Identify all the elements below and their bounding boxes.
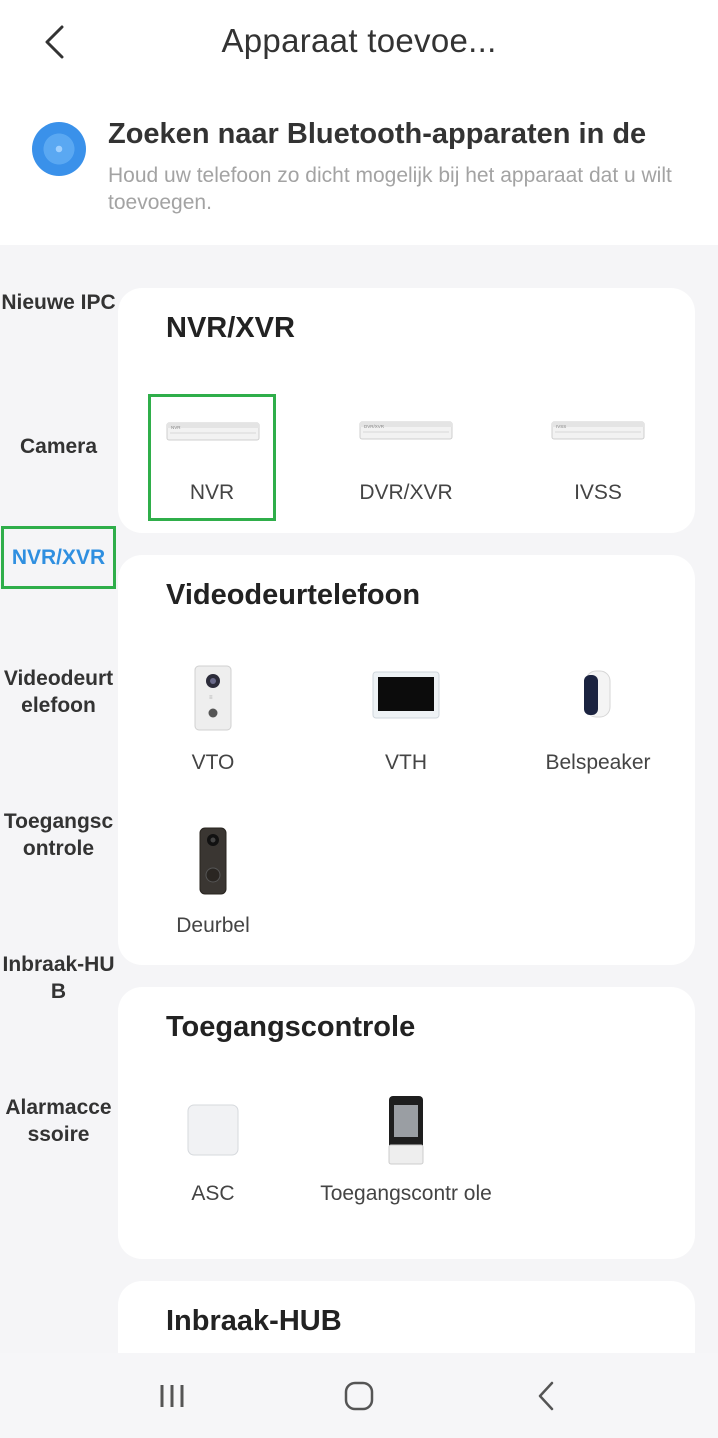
device-tag: DVR/XVR bbox=[364, 424, 385, 429]
vth-monitor-icon bbox=[311, 671, 501, 719]
device-tag: NVR bbox=[171, 425, 181, 430]
doorbell-icon bbox=[118, 827, 308, 895]
dvr-recorder-icon: DVR/XVR bbox=[311, 418, 501, 444]
device-belspeaker[interactable]: Belspeaker bbox=[503, 655, 693, 785]
bluetooth-search-description: Houd uw telefoon zo dicht mogelijk bij h… bbox=[108, 164, 672, 214]
section-card-inbraak-hub: Inbraak-HUB bbox=[118, 1281, 695, 1353]
svg-text:≡: ≡ bbox=[209, 695, 213, 701]
sidebar-item-alarmaccessoire[interactable]: Alarmacce ssoire bbox=[0, 1094, 117, 1148]
chime-speaker-icon bbox=[503, 669, 693, 719]
home-button[interactable] bbox=[329, 1371, 389, 1421]
access-terminal-icon bbox=[311, 1095, 501, 1165]
device-toegangscontrole[interactable]: Toegangscontr ole bbox=[311, 1087, 501, 1237]
section-card-videodeurtelefoon: Videodeurtelefoon ≡ VTO VTH Belspeaker D… bbox=[118, 555, 695, 965]
section-title: Videodeurtelefoon bbox=[166, 579, 421, 611]
bluetooth-search-icon bbox=[32, 122, 86, 176]
section-title: NVR/XVR bbox=[166, 312, 295, 344]
bluetooth-search-banner: Zoeken naar Bluetooth-apparaten in de Ho… bbox=[0, 88, 718, 245]
device-label: Toegangscontr ole bbox=[320, 1182, 492, 1205]
device-deurbel[interactable]: Deurbel bbox=[118, 815, 308, 945]
device-label: NVR bbox=[189, 481, 235, 504]
system-back-button[interactable] bbox=[516, 1371, 576, 1421]
sidebar-item-videodeurtelefoon[interactable]: Videodeurt elefoon bbox=[0, 665, 117, 719]
sidebar-item-nvr-xvr[interactable]: NVR/XVR bbox=[1, 526, 116, 589]
section-card-toegangscontrole: Toegangscontrole ASC Toegangscontr ole bbox=[118, 987, 695, 1259]
device-label: DVR/XVR bbox=[359, 481, 453, 504]
device-label: Deurbel bbox=[176, 914, 250, 937]
section-title: Inbraak-HUB bbox=[166, 1305, 342, 1337]
device-label: Belspeaker bbox=[545, 751, 651, 774]
sidebar-item-toegangscontrole[interactable]: Toegangsc ontrole bbox=[0, 808, 117, 862]
chevron-left-icon bbox=[538, 1381, 554, 1411]
category-sidebar: Nieuwe IPC Camera NVR/XVR Videodeurt ele… bbox=[0, 245, 117, 1353]
vto-door-station-icon: ≡ bbox=[118, 665, 308, 731]
home-icon bbox=[344, 1381, 374, 1411]
sidebar-item-nieuwe-ipc[interactable]: Nieuwe IPC bbox=[0, 289, 117, 316]
device-label: ASC bbox=[191, 1182, 235, 1205]
ivss-recorder-icon: IVSS bbox=[503, 418, 693, 444]
asc-controller-icon bbox=[118, 1103, 308, 1157]
sidebar-item-camera[interactable]: Camera bbox=[0, 433, 117, 460]
device-label: IVSS bbox=[574, 481, 622, 504]
recent-apps-icon bbox=[160, 1385, 184, 1407]
header: Apparaat toevoe... bbox=[0, 0, 718, 88]
device-vto[interactable]: ≡ VTO bbox=[118, 655, 308, 785]
system-navigation-bar bbox=[0, 1353, 718, 1438]
device-label: VTH bbox=[385, 751, 427, 774]
device-category-content: Nieuwe IPC Camera NVR/XVR Videodeurt ele… bbox=[0, 245, 718, 1353]
device-dvr-xvr[interactable]: DVR/XVR DVR/XVR bbox=[311, 394, 501, 521]
device-nvr[interactable]: NVR NVR bbox=[148, 394, 276, 521]
device-ivss[interactable]: IVSS IVSS bbox=[503, 394, 693, 521]
section-title: Toegangscontrole bbox=[166, 1011, 416, 1043]
device-asc[interactable]: ASC bbox=[118, 1087, 308, 1237]
recent-apps-button[interactable] bbox=[142, 1371, 202, 1421]
sidebar-item-inbraak-hub[interactable]: Inbraak-HU B bbox=[0, 951, 117, 1005]
page-title: Apparaat toevoe... bbox=[221, 22, 497, 59]
device-label: VTO bbox=[191, 751, 235, 774]
device-tag: IVSS bbox=[556, 424, 566, 429]
section-card-nvr-xvr: NVR/XVR NVR NVR DVR/XVR DVR/XVR IVSS IVS… bbox=[118, 288, 695, 533]
bluetooth-search-title: Zoeken naar Bluetooth-apparaten in de bbox=[108, 118, 647, 150]
device-vth[interactable]: VTH bbox=[311, 655, 501, 785]
nvr-recorder-icon: NVR bbox=[166, 419, 260, 445]
